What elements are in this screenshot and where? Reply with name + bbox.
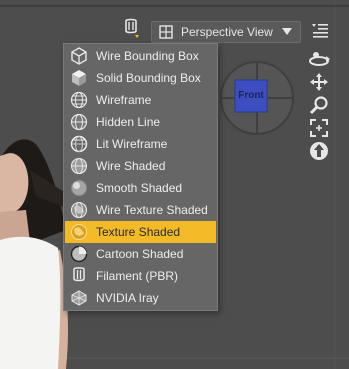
render-mode-toggle[interactable]	[120, 18, 142, 40]
menu-item-wire-texture-shaded[interactable]: Wire Texture Shaded	[65, 199, 216, 221]
wire-shaded-sphere-icon	[70, 157, 88, 175]
menu-item-cartoon-shaded[interactable]: Cartoon Shaded	[65, 243, 216, 265]
viewport[interactable]: Perspective View Front Wire Bounding Box…	[0, 0, 349, 369]
wire-texture-sphere-icon	[70, 201, 88, 219]
draw-style-menu: Wire Bounding Box Solid Bounding Box Wir…	[63, 43, 218, 311]
menu-item-smooth-shaded[interactable]: Smooth Shaded	[65, 177, 216, 199]
wireframe-sphere-icon	[70, 91, 88, 109]
menu-item-wire-bounding-box[interactable]: Wire Bounding Box	[65, 45, 216, 67]
hidden-line-sphere-icon	[70, 113, 88, 131]
menu-item-wire-shaded[interactable]: Wire Shaded	[65, 155, 216, 177]
orbit-tool[interactable]	[306, 48, 332, 70]
chevron-down-icon	[282, 28, 292, 35]
up-arrow-circle-icon	[310, 142, 328, 160]
viewport-tools	[306, 48, 332, 163]
menu-item-label: Smooth Shaded	[96, 181, 183, 195]
menu-item-lit-wireframe[interactable]: Lit Wireframe	[65, 133, 216, 155]
menu-item-label: Wire Shaded	[96, 159, 166, 173]
menu-item-hidden-line[interactable]: Hidden Line	[65, 111, 216, 133]
view-selector-dropdown[interactable]: Perspective View	[151, 21, 301, 43]
menu-item-label: Hidden Line	[96, 115, 161, 129]
zoom-tool[interactable]	[306, 94, 332, 116]
magnifier-icon	[309, 96, 328, 115]
frame-selection-icon	[310, 119, 328, 137]
pan-tool[interactable]	[306, 71, 332, 93]
menu-item-label: Wire Bounding Box	[96, 49, 199, 63]
menu-item-label: Cartoon Shaded	[96, 247, 184, 261]
view-selector-label: Perspective View	[181, 25, 273, 39]
cube-face-label: Front	[238, 90, 264, 101]
menu-item-filament-pbr[interactable]: Filament (PBR)	[65, 265, 216, 287]
menu-item-label: Wireframe	[96, 93, 152, 107]
smooth-shaded-sphere-icon	[71, 180, 87, 196]
navigation-cube[interactable]: Front	[219, 60, 295, 136]
menu-item-solid-bounding-box[interactable]: Solid Bounding Box	[65, 67, 216, 89]
texture-shaded-sphere-icon	[71, 224, 87, 240]
orbit-icon	[309, 52, 330, 66]
reset-view-tool[interactable]	[306, 140, 332, 162]
cartoon-shaded-sphere-icon	[70, 245, 88, 263]
menu-item-label: Texture Shaded	[96, 225, 181, 239]
move-arrows-icon	[310, 73, 328, 91]
iray-icon	[71, 290, 87, 306]
render-mode-icon	[125, 18, 139, 38]
wire-box-icon	[71, 47, 87, 65]
menu-item-label: Filament (PBR)	[96, 269, 179, 283]
menu-item-texture-shaded[interactable]: Texture Shaded	[65, 221, 216, 243]
viewport-layout-icon	[159, 25, 173, 39]
menu-item-wireframe[interactable]: Wireframe	[65, 89, 216, 111]
menu-item-nvidia-iray[interactable]: NVIDIA Iray	[65, 287, 216, 309]
filament-icon	[73, 267, 85, 282]
menu-item-label: Lit Wireframe	[96, 137, 168, 151]
menu-item-label: NVIDIA Iray	[96, 291, 159, 305]
frame-tool[interactable]	[306, 117, 332, 139]
lit-wireframe-sphere-icon	[70, 135, 88, 153]
solid-box-icon	[72, 70, 86, 86]
panel-options-icon[interactable]	[311, 22, 329, 40]
menu-item-label: Wire Texture Shaded	[96, 203, 208, 217]
menu-item-label: Solid Bounding Box	[96, 71, 201, 85]
